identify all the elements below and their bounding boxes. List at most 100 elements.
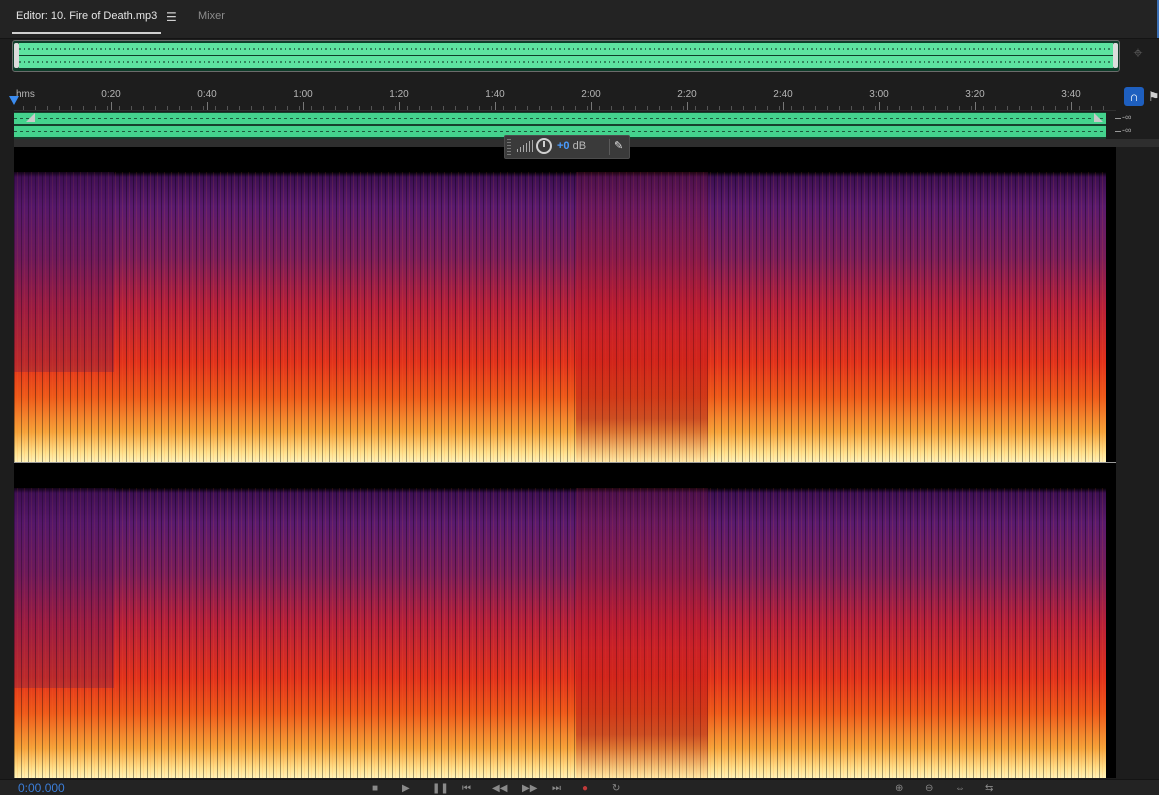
loop-button[interactable]: ↻ <box>612 783 620 794</box>
fast-forward-button[interactable]: ▶▶ <box>522 783 537 794</box>
zoom-out-time-button[interactable]: ⇆ <box>985 783 993 794</box>
ruler-minor-tick <box>755 106 756 110</box>
tab-editor[interactable]: Editor: 10. Fire of Death.mp3 <box>12 8 162 34</box>
zoom-in-amplitude-button[interactable]: ⊕ <box>895 783 903 794</box>
gain-readout[interactable]: +0 dB <box>557 140 586 152</box>
play-button[interactable]: ▶ <box>402 783 410 794</box>
level-label-top: -∞ <box>1122 112 1132 122</box>
gain-knob-icon[interactable] <box>536 138 552 154</box>
spectrogram-dense-section <box>576 172 708 462</box>
spectrogram-image <box>14 463 1106 778</box>
ruler-minor-tick <box>95 106 96 110</box>
ruler-minor-tick <box>335 106 336 110</box>
gain-hud[interactable]: +0 dB ✎ <box>504 135 630 159</box>
ruler-tick-label: 2:40 <box>773 89 793 100</box>
record-button[interactable]: ● <box>582 783 588 794</box>
pause-button[interactable]: ❚❚ <box>432 783 449 794</box>
ruler-minor-tick <box>479 106 480 110</box>
ruler-minor-tick <box>659 106 660 110</box>
ruler-tick-label: 2:00 <box>581 89 601 100</box>
ruler-minor-tick <box>935 106 936 110</box>
pin-icon[interactable]: ✎ <box>614 139 623 152</box>
rewind-button[interactable]: ◀◀ <box>492 783 507 794</box>
waveform-detail <box>14 131 1106 132</box>
fade-out-handle[interactable] <box>1094 113 1103 122</box>
playhead-marker[interactable] <box>9 96 19 105</box>
marker-flag-icon[interactable]: ⚑ <box>1148 87 1159 106</box>
time-display[interactable]: 0:00.000 <box>18 781 65 795</box>
zoom-crosshair-icon[interactable]: ⌖ <box>1128 44 1148 64</box>
tab-mixer[interactable]: Mixer <box>198 10 225 22</box>
fade-in-handle[interactable] <box>26 113 35 122</box>
ruler-minor-tick <box>851 106 852 110</box>
ruler-minor-tick <box>1091 106 1092 110</box>
ruler-minor-tick <box>839 106 840 110</box>
ruler-minor-tick <box>1067 106 1068 110</box>
ruler-minor-tick <box>1103 106 1104 110</box>
ruler-minor-tick <box>323 106 324 110</box>
ruler-minor-tick <box>779 106 780 110</box>
ruler-minor-tick <box>407 106 408 110</box>
spectrogram-texture <box>14 172 1106 462</box>
ruler-minor-tick <box>1019 106 1020 110</box>
editor-tab-bar: Editor: 10. Fire of Death.mp3 ☰ Mixer <box>0 0 1159 39</box>
ruler-minor-tick <box>947 106 948 110</box>
ruler-minor-tick <box>1031 106 1032 110</box>
spectrogram-texture <box>14 488 1106 778</box>
overview-right-handle[interactable] <box>1113 43 1118 68</box>
ruler-minor-tick <box>35 106 36 110</box>
time-ruler[interactable]: hms 0:20 0:40 1:00 1:20 1:40 2:00 2:20 2:40 3:00… <box>14 86 1116 111</box>
ruler-minor-tick <box>719 106 720 110</box>
ruler-major-tick <box>303 102 304 110</box>
ruler-minor-tick <box>383 106 384 110</box>
waveform-detail <box>14 118 1106 119</box>
level-label-bottom: -∞ <box>1122 125 1132 135</box>
ruler-minor-tick <box>215 106 216 110</box>
ruler-minor-tick <box>767 106 768 110</box>
spectrogram-channel-1[interactable]: Hz 20k18k16k14k12k10k8k6k4k2k1k <box>14 147 1116 462</box>
ruler-minor-tick <box>1007 106 1008 110</box>
ruler-minor-tick <box>647 106 648 110</box>
ruler-minor-tick <box>707 106 708 110</box>
ruler-minor-tick <box>503 106 504 110</box>
ruler-minor-tick <box>863 106 864 110</box>
skip-end-button[interactable]: ⏭ <box>552 783 561 794</box>
ruler-minor-tick <box>695 106 696 110</box>
ruler-minor-tick <box>443 106 444 110</box>
overview-detail <box>19 61 1113 63</box>
ruler-minor-tick <box>995 106 996 110</box>
ruler-minor-tick <box>59 106 60 110</box>
spectrogram-intro-section <box>14 488 114 688</box>
ruler-minor-tick <box>299 106 300 110</box>
ruler-minor-tick <box>251 106 252 110</box>
zoom-in-time-button[interactable]: ⇔ <box>955 783 965 794</box>
ruler-major-tick <box>975 102 976 110</box>
ruler-major-tick <box>399 102 400 110</box>
ruler-minor-tick <box>515 106 516 110</box>
overview-left-handle[interactable] <box>14 43 19 68</box>
ruler-tick-label: 1:00 <box>293 89 313 100</box>
overview-waveform[interactable] <box>12 40 1120 72</box>
ruler-tick-label: 3:20 <box>965 89 985 100</box>
ruler-tick-label: 1:40 <box>485 89 505 100</box>
ruler-tick-label: 3:40 <box>1061 89 1081 100</box>
level-tick <box>1115 118 1121 119</box>
magnet-icon[interactable]: ∩ <box>1124 87 1144 106</box>
ruler-minor-tick <box>467 106 468 110</box>
grip-handle[interactable] <box>507 139 511 155</box>
hamburger-icon[interactable]: ☰ <box>166 10 177 24</box>
stop-button[interactable]: ■ <box>372 783 378 794</box>
skip-start-button[interactable]: ⏮ <box>462 783 471 794</box>
ruler-major-tick <box>111 102 112 110</box>
ruler-tick-label: 3:00 <box>869 89 889 100</box>
zoom-out-amplitude-button[interactable]: ⊖ <box>925 783 933 794</box>
ruler-minor-tick <box>911 106 912 110</box>
ruler-tick-label: 0:20 <box>101 89 121 100</box>
ruler-minor-tick <box>791 106 792 110</box>
ruler-minor-tick <box>203 106 204 110</box>
ruler-minor-tick <box>491 106 492 110</box>
ruler-minor-tick <box>899 106 900 110</box>
spectrogram-channel-2[interactable]: Hz 20k18k16k14k12k10k8k6k4k2k1k <box>14 463 1116 778</box>
ruler-minor-tick <box>671 106 672 110</box>
ruler-major-tick <box>207 102 208 110</box>
